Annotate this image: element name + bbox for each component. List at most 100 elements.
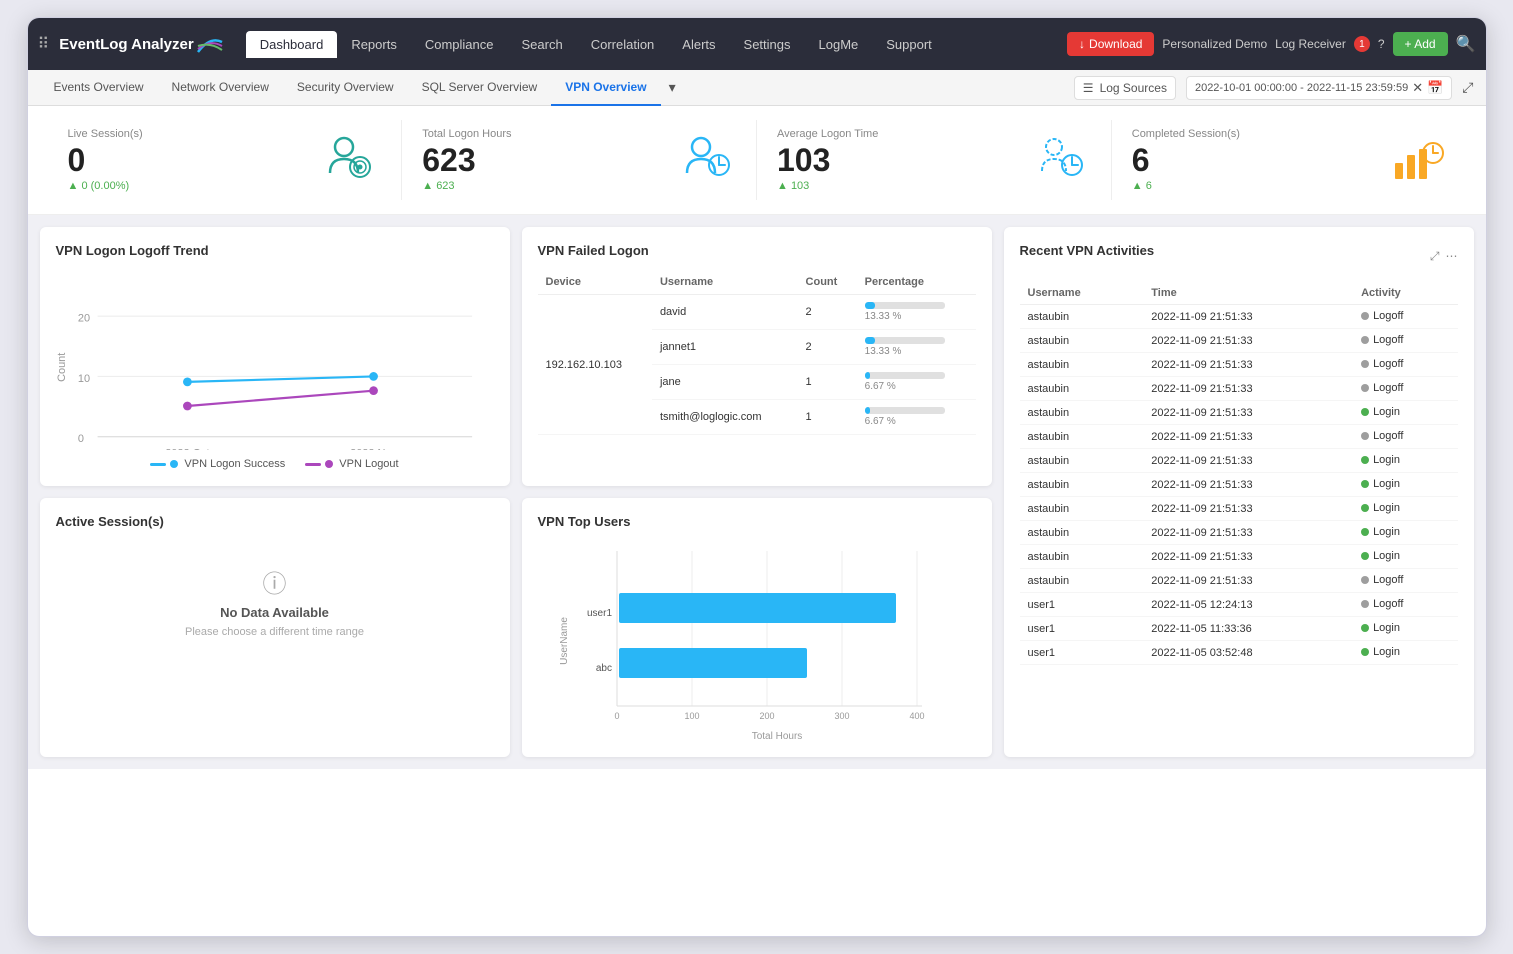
avg-logon-icon (1031, 130, 1091, 190)
metric-logon-hours-label: Total Logon Hours (422, 128, 660, 140)
activity-type: Login (1353, 401, 1457, 425)
activity-time: 2022-11-09 21:51:33 (1143, 377, 1353, 401)
activity-time: 2022-11-09 21:51:33 (1143, 569, 1353, 593)
tab-sql-server-overview[interactable]: SQL Server Overview (408, 70, 552, 106)
no-data-text: No Data Available (220, 605, 329, 620)
metrics-row: Live Session(s) 0 ▲ 0 (0.00%) Total Logo… (28, 106, 1486, 215)
metric-logon-hours-change: ▲ 623 (422, 180, 660, 192)
failed-logon-count: 2 (798, 295, 857, 330)
activity-username: astaubin (1020, 401, 1144, 425)
svg-text:400: 400 (909, 711, 924, 721)
activity-username: user1 (1020, 617, 1144, 641)
activity-row: astaubin2022-11-09 21:51:33Logoff (1020, 425, 1458, 449)
activity-type: Logoff (1353, 353, 1457, 377)
top-right-actions: ↓ Download Personalized Demo Log Receive… (1067, 32, 1475, 56)
info-icon: ⓘ (263, 564, 287, 599)
activity-time: 2022-11-05 12:24:13 (1143, 593, 1353, 617)
failed-logon-percentage: 13.33 % (857, 295, 976, 330)
logo-area: EventLog Analyzer (59, 34, 225, 54)
vpn-top-users-panel: VPN Top Users UserName Total Hours (522, 498, 992, 757)
nav-item-search[interactable]: Search (508, 31, 577, 58)
failed-logon-percentage: 6.67 % (857, 365, 976, 400)
activity-row: user12022-11-05 12:24:13Logoff (1020, 593, 1458, 617)
nav-item-reports[interactable]: Reports (337, 31, 411, 58)
expand-button[interactable]: ⤢ (1462, 79, 1473, 96)
activity-type: Logoff (1353, 425, 1457, 449)
activity-type: Login (1353, 473, 1457, 497)
more-activities-icon[interactable]: ⋯ (1446, 249, 1458, 264)
metric-live-sessions-label: Live Session(s) (68, 128, 306, 140)
nav-item-correlation[interactable]: Correlation (577, 31, 669, 58)
svg-text:Count: Count (56, 353, 68, 382)
active-sessions-title: Active Session(s) (56, 514, 494, 529)
active-sessions-panel: Active Session(s) ⓘ No Data Available Pl… (40, 498, 510, 757)
activity-row: astaubin2022-11-09 21:51:33Logoff (1020, 353, 1458, 377)
nav-item-support[interactable]: Support (872, 31, 946, 58)
metric-completed-sessions-label: Completed Session(s) (1132, 128, 1370, 140)
vpn-trend-title: VPN Logon Logoff Trend (56, 243, 494, 258)
svg-text:2022 Nov: 2022 Nov (350, 447, 397, 450)
nav-item-dashboard[interactable]: Dashboard (246, 31, 338, 58)
recent-activities-title: Recent VPN Activities (1020, 243, 1155, 258)
activity-type: Logoff (1353, 377, 1457, 401)
activity-type: Login (1353, 497, 1457, 521)
activity-row: astaubin2022-11-09 21:51:33Login (1020, 545, 1458, 569)
date-range-picker[interactable]: 2022-10-01 00:00:00 - 2022-11-15 23:59:5… (1186, 76, 1452, 100)
grid-icon[interactable]: ⠿ (38, 34, 50, 54)
svg-text:UserName: UserName (559, 617, 570, 665)
search-top-button[interactable]: 🔍 (1456, 34, 1476, 54)
nav-item-settings[interactable]: Settings (730, 31, 805, 58)
main-content: VPN Logon Logoff Trend 0 10 20 Count (28, 215, 1486, 769)
metric-avg-logon-value: 103 (777, 144, 1015, 176)
activity-type: Logoff (1353, 329, 1457, 353)
add-button[interactable]: + Add (1393, 32, 1448, 56)
personalized-demo-button[interactable]: Personalized Demo (1162, 37, 1267, 51)
nav-item-alerts[interactable]: Alerts (668, 31, 729, 58)
activity-username: astaubin (1020, 353, 1144, 377)
nav-item-logme[interactable]: LogMe (805, 31, 873, 58)
activity-username: astaubin (1020, 497, 1144, 521)
app-name: EventLog Analyzer (59, 36, 193, 53)
logon-hours-icon (676, 130, 736, 190)
calendar-pick-icon: 📅 (1427, 80, 1443, 96)
activity-type: Logoff (1353, 593, 1457, 617)
metric-completed-sessions: Completed Session(s) 6 ▲ 6 (1112, 120, 1466, 200)
failed-logon-percentage: 13.33 % (857, 330, 976, 365)
tab-events-overview[interactable]: Events Overview (40, 70, 158, 106)
more-tabs-button[interactable]: ▾ (661, 79, 684, 96)
log-receiver-button[interactable]: Log Receiver (1275, 37, 1346, 51)
completed-sessions-icon (1386, 130, 1446, 190)
activity-username: user1 (1020, 641, 1144, 665)
help-button[interactable]: ? (1378, 37, 1385, 51)
activity-type: Logoff (1353, 569, 1457, 593)
activity-time: 2022-11-09 21:51:33 (1143, 401, 1353, 425)
activity-row: astaubin2022-11-09 21:51:33Logoff (1020, 329, 1458, 353)
activity-time: 2022-11-09 21:51:33 (1143, 521, 1353, 545)
nav-item-compliance[interactable]: Compliance (411, 31, 508, 58)
activity-username: astaubin (1020, 521, 1144, 545)
download-icon: ↓ (1079, 37, 1085, 51)
failed-logon-count: 1 (798, 400, 857, 435)
metric-avg-logon-label: Average Logon Time (777, 128, 1015, 140)
activity-username: astaubin (1020, 545, 1144, 569)
legend-logon-success: VPN Logon Success (150, 458, 285, 470)
activity-time: 2022-11-09 21:51:33 (1143, 353, 1353, 377)
download-button[interactable]: ↓ Download (1067, 32, 1154, 56)
log-sources-icon: ☰ (1083, 81, 1094, 95)
activity-type: Login (1353, 641, 1457, 665)
activity-time: 2022-11-09 21:51:33 (1143, 545, 1353, 569)
svg-text:0: 0 (614, 711, 619, 721)
notification-badge[interactable]: 1 (1354, 36, 1370, 52)
expand-activities-icon[interactable]: ⤢ (1430, 249, 1440, 264)
log-sources-button[interactable]: ☰ Log Sources (1074, 76, 1176, 100)
activity-type: Login (1353, 617, 1457, 641)
tab-vpn-overview[interactable]: VPN Overview (551, 70, 660, 106)
tab-security-overview[interactable]: Security Overview (283, 70, 408, 106)
activity-row: astaubin2022-11-09 21:51:33Login (1020, 449, 1458, 473)
recent-activities-panel: Recent VPN Activities ⤢ ⋯ Username Time … (1004, 227, 1474, 757)
tab-network-overview[interactable]: Network Overview (158, 70, 283, 106)
active-sessions-no-data: ⓘ No Data Available Please choose a diff… (56, 541, 494, 661)
activity-row: astaubin2022-11-09 21:51:33Login (1020, 473, 1458, 497)
vpn-trend-panel: VPN Logon Logoff Trend 0 10 20 Count (40, 227, 510, 486)
activity-row: astaubin2022-11-09 21:51:33Login (1020, 521, 1458, 545)
